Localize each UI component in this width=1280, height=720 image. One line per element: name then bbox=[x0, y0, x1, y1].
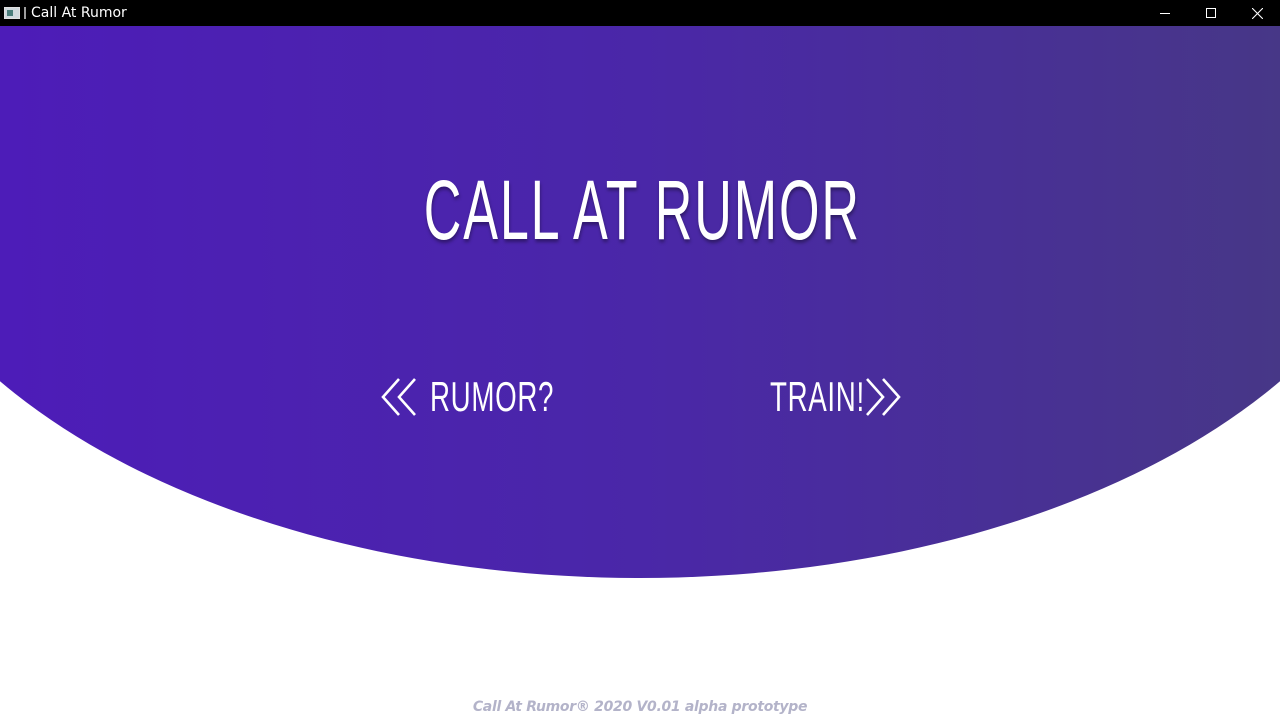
maximize-icon bbox=[1206, 8, 1216, 18]
game-title: CALL AT RUMOR bbox=[423, 163, 861, 257]
rumor-button[interactable]: RUMOR? bbox=[380, 372, 618, 422]
rumor-button-label: RUMOR? bbox=[430, 373, 555, 420]
app-window: Call At Rumor CALL AT RUMOR RUMOR? TRAIN… bbox=[0, 0, 1280, 720]
minimize-button[interactable] bbox=[1142, 0, 1188, 26]
window-title: Call At Rumor bbox=[31, 5, 127, 21]
close-button[interactable] bbox=[1234, 0, 1280, 26]
train-button[interactable]: TRAIN! bbox=[770, 372, 914, 422]
title-bar[interactable]: Call At Rumor bbox=[0, 0, 1280, 26]
app-icon bbox=[4, 7, 20, 19]
double-chevron-left-icon bbox=[381, 378, 416, 416]
hero-background bbox=[0, 26, 1280, 578]
minimize-icon bbox=[1160, 13, 1170, 14]
close-icon bbox=[1251, 7, 1263, 19]
double-chevron-right-icon bbox=[866, 378, 901, 416]
maximize-button[interactable] bbox=[1188, 0, 1234, 26]
train-button-label: TRAIN! bbox=[770, 373, 865, 420]
window-controls bbox=[1142, 0, 1280, 26]
main-screen: CALL AT RUMOR RUMOR? TRAIN! Call At Rumo… bbox=[0, 26, 1280, 720]
title-separator bbox=[24, 7, 26, 19]
version-footer: Call At Rumor® 2020 V0.01 alpha prototyp… bbox=[472, 699, 808, 715]
